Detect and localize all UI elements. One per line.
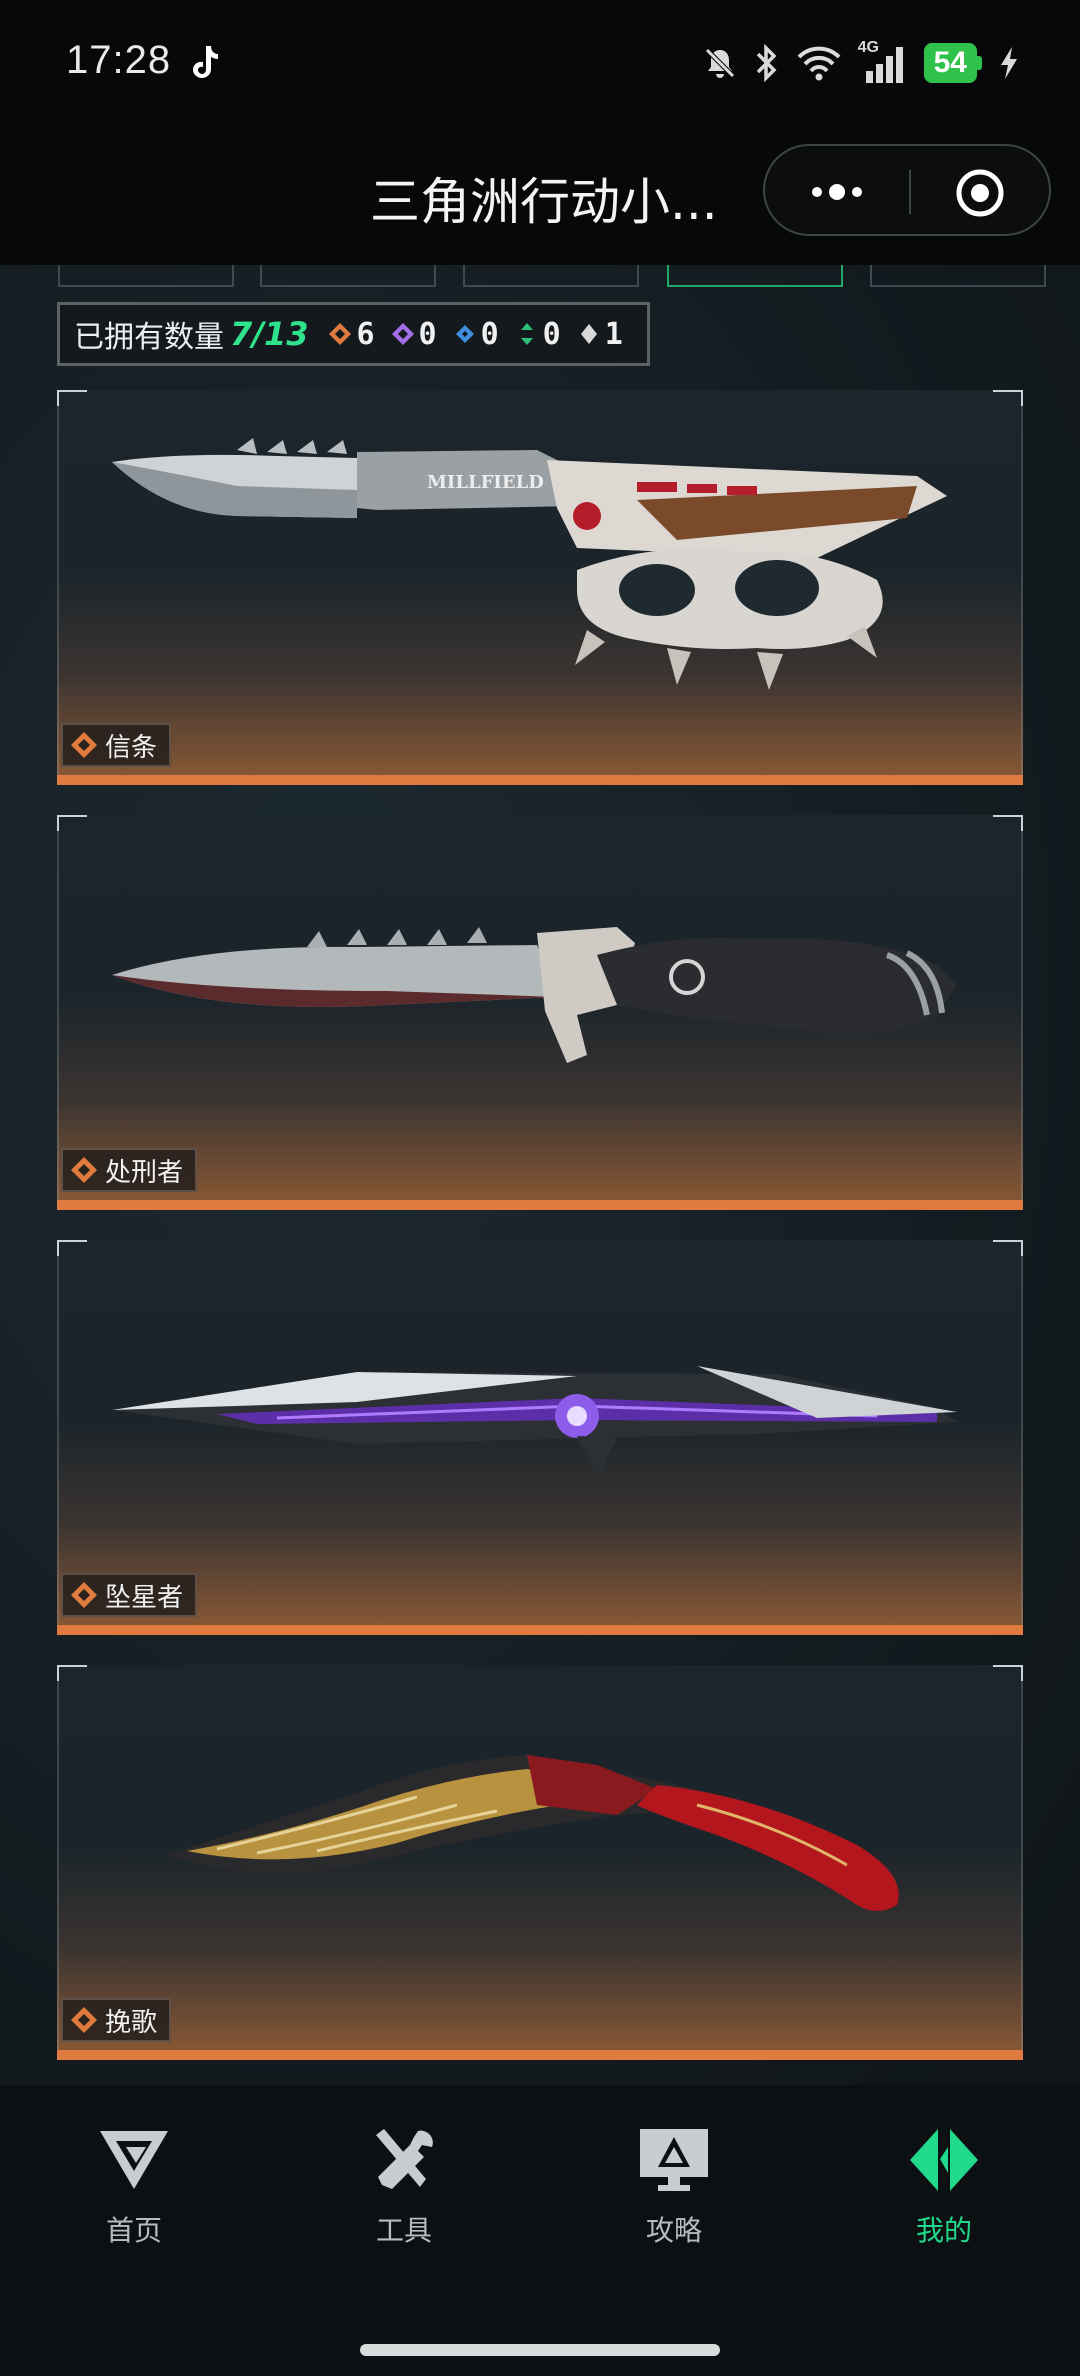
item-name-badge: 坠星者 xyxy=(61,1573,198,1617)
delta-logo-icon xyxy=(100,2131,168,2189)
tiktok-icon xyxy=(193,46,218,78)
charging-icon xyxy=(1001,47,1017,79)
category-tab-knives[interactable] xyxy=(667,265,843,287)
orange-rarity-icon xyxy=(71,1582,97,1608)
mini-program-capsule xyxy=(763,144,1051,236)
tab-label: 工具 xyxy=(375,2214,432,2247)
category-tabs xyxy=(0,265,1080,289)
owned-count: 7/13 xyxy=(230,315,309,353)
tab-label: 首页 xyxy=(105,2214,162,2247)
item-name-badge: 处刑者 xyxy=(61,1148,198,1192)
tab-label: 我的 xyxy=(915,2214,972,2247)
item-name: 坠星者 xyxy=(105,1582,184,1613)
orange-count: 6 xyxy=(356,316,375,352)
collection-content: 已拥有数量 7/13 6 0 0 0 1 MILLFIELD 信条 处刑者 坠星… xyxy=(0,265,1080,2085)
network-type: 4G xyxy=(857,39,879,56)
close-miniprogram-icon[interactable] xyxy=(955,168,1005,218)
owned-label: 已拥有数量 xyxy=(74,320,224,355)
tools-icon xyxy=(376,2129,433,2189)
mute-bell-icon xyxy=(704,48,735,78)
home-indicator[interactable] xyxy=(360,2344,720,2356)
knife-executioner-image xyxy=(112,927,957,1063)
knife-creed-image: MILLFIELD xyxy=(112,438,947,690)
status-time: 17:28 xyxy=(66,38,172,82)
orange-rarity-icon xyxy=(71,2007,97,2033)
knife-card[interactable]: MILLFIELD 信条 xyxy=(57,390,1023,785)
battery-level: 54 xyxy=(923,43,977,83)
item-name: 信条 xyxy=(105,732,158,763)
knife-card[interactable]: 挽歌 xyxy=(57,1665,1023,2060)
item-name: 挽歌 xyxy=(105,2007,158,2038)
page-title: 三角洲行动小... xyxy=(370,173,718,231)
item-name: 处刑者 xyxy=(105,1157,184,1188)
svg-text:MILLFIELD: MILLFIELD xyxy=(427,472,544,493)
knife-card[interactable]: 坠星者 xyxy=(57,1240,1023,1635)
white-rarity-icon xyxy=(580,324,597,344)
tab-profile[interactable]: 我的 xyxy=(844,2125,1044,2265)
category-tab-2[interactable] xyxy=(260,265,436,287)
tab-label: 攻略 xyxy=(645,2214,702,2247)
bottom-tab-bar: 首页 工具 攻略 我的 xyxy=(0,2085,1080,2376)
green-count: 0 xyxy=(542,316,561,352)
rarity-white: 1 xyxy=(577,317,623,352)
rarity-orange: 6 xyxy=(328,316,375,352)
blue-rarity-icon xyxy=(455,325,474,343)
item-name-badge: 信条 xyxy=(61,723,172,767)
nav-bar: 三角洲行动小... xyxy=(0,130,1080,265)
rarity-green: 0 xyxy=(515,317,561,352)
owned-count-bar: 已拥有数量 7/13 6 0 0 0 1 xyxy=(57,302,650,366)
orange-rarity-icon xyxy=(71,1157,97,1183)
battery-indicator: 54 xyxy=(923,43,982,83)
status-icons: 4G 54 xyxy=(702,38,1020,88)
knife-card[interactable]: 处刑者 xyxy=(57,815,1023,1210)
signal-icon: 4G xyxy=(858,39,908,83)
more-icon[interactable] xyxy=(807,176,867,208)
status-bar: 17:28 4G 54 xyxy=(0,0,1080,130)
profile-diamond-icon xyxy=(910,2129,978,2191)
blue-count: 0 xyxy=(480,316,499,352)
category-tab-5[interactable] xyxy=(870,265,1046,287)
orange-rarity-icon xyxy=(329,323,352,345)
orange-rarity-icon xyxy=(71,732,97,758)
green-rarity-icon xyxy=(520,323,533,345)
rarity-purple: 0 xyxy=(391,317,437,352)
tab-tools[interactable]: 工具 xyxy=(304,2125,504,2265)
purple-rarity-icon xyxy=(391,323,414,345)
tab-home[interactable]: 首页 xyxy=(34,2125,234,2265)
guide-monitor-icon xyxy=(640,2129,708,2191)
white-count: 1 xyxy=(604,316,623,352)
knife-elegy-image xyxy=(167,1755,899,1911)
rarity-blue: 0 xyxy=(453,317,499,352)
item-name-badge: 挽歌 xyxy=(61,1998,172,2042)
tab-guide[interactable]: 攻略 xyxy=(574,2125,774,2265)
knife-starfall-image xyxy=(112,1366,957,1478)
purple-count: 0 xyxy=(418,316,437,352)
bluetooth-icon xyxy=(756,44,777,82)
wifi-icon xyxy=(797,46,841,81)
category-tab-3[interactable] xyxy=(463,265,639,287)
category-tab-1[interactable] xyxy=(58,265,234,287)
